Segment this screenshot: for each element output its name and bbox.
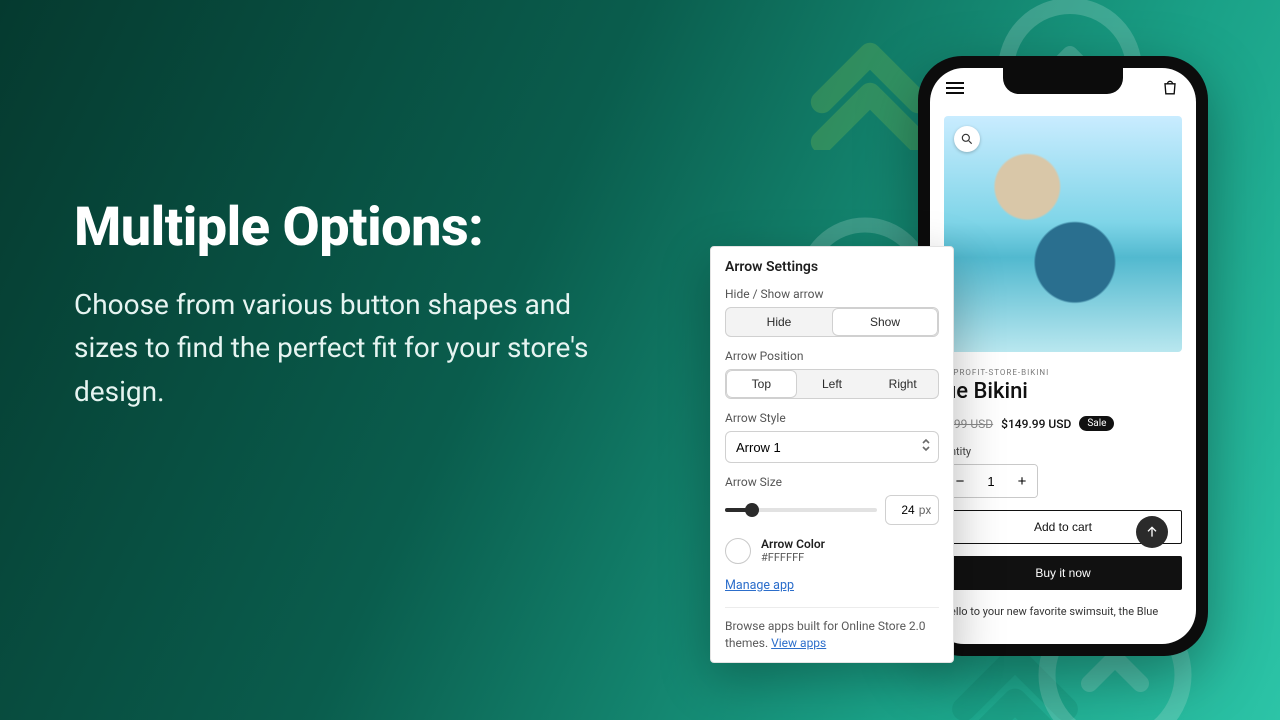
color-label: Arrow Color [761, 537, 825, 551]
scroll-top-button[interactable] [1136, 516, 1168, 548]
vendor-label: A-PROFIT-STORE-BIKINI [944, 368, 1182, 377]
marketing-copy: Multiple Options: Choose from various bu… [74, 196, 634, 413]
hide-show-label: Hide / Show arrow [725, 287, 939, 301]
subhead: Choose from various button shapes and si… [74, 283, 634, 413]
headline: Multiple Options: [74, 196, 634, 259]
arrow-style-select[interactable]: Arrow 1 [725, 431, 939, 463]
arrow-settings-panel: Arrow Settings Hide / Show arrow Hide Sh… [710, 246, 954, 663]
seg-hide[interactable]: Hide [726, 308, 832, 336]
arrow-size-slider[interactable] [725, 508, 877, 512]
arrow-size-value-box: px [885, 495, 939, 525]
arrow-color-row: Arrow Color #FFFFFF [725, 537, 939, 564]
seg-right[interactable]: Right [867, 370, 938, 398]
sale-badge: Sale [1079, 416, 1114, 431]
product-image[interactable] [944, 116, 1182, 352]
color-hex: #FFFFFF [761, 551, 825, 564]
browse-apps-text: Browse apps built for Online Store 2.0 t… [725, 607, 939, 652]
cart-icon[interactable] [1160, 78, 1180, 98]
price-new: $149.99 USD [1001, 417, 1071, 431]
product-description: hello to your new favorite swimsuit, the… [944, 604, 1182, 621]
phone-screen: A-PROFIT-STORE-BIKINI ue Bikini 9.99 USD… [930, 68, 1196, 644]
arrow-size-input[interactable] [893, 503, 915, 517]
buy-now-button[interactable]: Buy it now [944, 556, 1182, 590]
unit-label: px [919, 503, 932, 517]
price-row: 9.99 USD $149.99 USD Sale [944, 416, 1182, 431]
quantity-stepper: − + [944, 464, 1038, 498]
color-swatch[interactable] [725, 538, 751, 564]
menu-icon[interactable] [946, 79, 964, 97]
product-meta: A-PROFIT-STORE-BIKINI ue Bikini 9.99 USD… [944, 368, 1182, 621]
hide-show-segmented: Hide Show [725, 307, 939, 337]
qty-increase-button[interactable]: + [1007, 465, 1037, 497]
qty-input[interactable] [975, 465, 1007, 497]
phone-notch [1003, 68, 1123, 94]
product-title: ue Bikini [944, 379, 1182, 404]
view-apps-link[interactable]: View apps [771, 636, 826, 650]
arrow-size-row: px [725, 495, 939, 525]
style-label: Arrow Style [725, 411, 939, 425]
manage-app-link[interactable]: Manage app [725, 578, 794, 593]
position-segmented: Top Left Right [725, 369, 939, 399]
seg-left[interactable]: Left [797, 370, 868, 398]
arrow-style-select-wrap: Arrow 1 [725, 431, 939, 463]
phone-mockup: A-PROFIT-STORE-BIKINI ue Bikini 9.99 USD… [918, 56, 1208, 656]
panel-title: Arrow Settings [725, 259, 939, 275]
size-label: Arrow Size [725, 475, 939, 489]
magnify-icon[interactable] [954, 126, 980, 152]
seg-top[interactable]: Top [726, 370, 797, 398]
promo-stage: Multiple Options: Choose from various bu… [0, 0, 1280, 720]
quantity-label: antity [944, 445, 1182, 458]
seg-show[interactable]: Show [832, 308, 938, 336]
position-label: Arrow Position [725, 349, 939, 363]
